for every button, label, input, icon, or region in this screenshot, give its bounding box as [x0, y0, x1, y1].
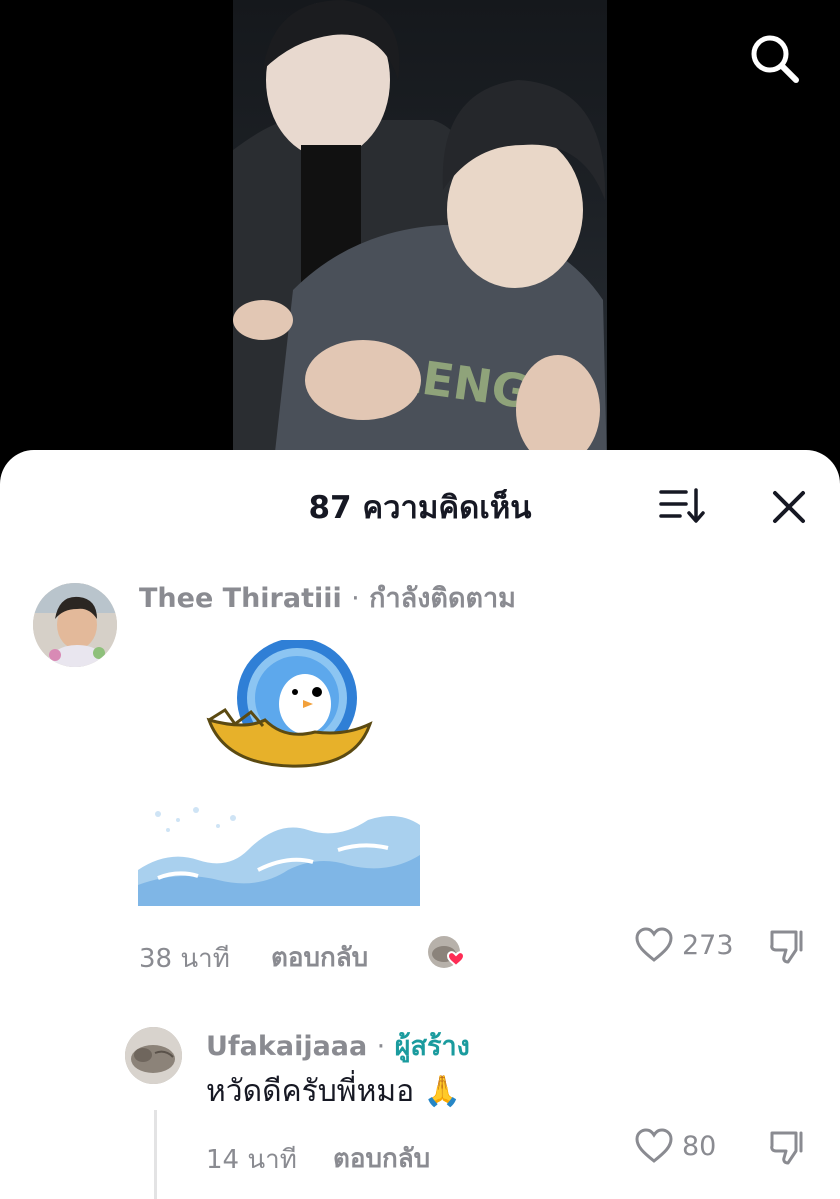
video-player[interactable]: LENGH [0, 0, 840, 470]
search-button[interactable] [748, 32, 802, 86]
dislike-button[interactable] [768, 926, 808, 966]
user-avatar-image [125, 1027, 182, 1084]
comments-count-title: 87 ความคิดเห็น [308, 490, 532, 526]
separator-dot: · [376, 1031, 386, 1062]
reply-button[interactable]: ตอบกลับ [333, 1138, 430, 1179]
dislike-button[interactable] [768, 1127, 808, 1167]
thumbs-down-icon [770, 1131, 803, 1165]
like-button[interactable]: 80 [634, 1127, 716, 1165]
user-avatar-image [33, 583, 117, 667]
following-label: กำลังติดตาม [369, 583, 516, 614]
like-count: 80 [682, 1130, 717, 1162]
sort-icon [659, 488, 705, 523]
comment-text: หวัดดีครับพี่หมอ 🙏 [206, 1074, 462, 1109]
liked-by-creator-badge [426, 934, 470, 974]
thumbs-down-icon [770, 930, 803, 964]
search-icon [751, 35, 799, 83]
like-count: 273 [682, 929, 734, 961]
avatar[interactable] [125, 1027, 182, 1084]
comment-username-line: Thee Thiratiii · กำลังติดตาม [139, 576, 516, 619]
comment-username[interactable]: Thee Thiratiii [139, 583, 342, 614]
video-frame: LENGH [233, 0, 607, 470]
comment-timestamp: 14 นาที [206, 1145, 297, 1175]
comment-username-line: Ufakaijaaa · ผู้สร้าง [206, 1024, 470, 1067]
reply-button[interactable]: ตอบกลับ [271, 937, 368, 978]
comment-username[interactable]: Ufakaijaaa [206, 1031, 367, 1062]
thread-line [154, 1110, 157, 1199]
heart-icon [635, 1128, 673, 1163]
close-button[interactable] [768, 486, 810, 528]
sort-button[interactable] [658, 486, 706, 526]
like-button[interactable]: 273 [634, 926, 734, 964]
heart-icon [635, 927, 673, 962]
comments-sheet: 87 ความคิดเห็น Thee Thiratiii · กำลังติด… [0, 450, 840, 1199]
separator-dot: · [351, 583, 360, 614]
avatar[interactable] [33, 583, 117, 667]
wave-image[interactable] [138, 800, 420, 906]
creator-badge: ผู้สร้าง [394, 1031, 470, 1062]
comment-timestamp: 38 นาที [139, 944, 230, 974]
penguin-coin-sticker [205, 638, 375, 770]
video-still: LENGH [233, 0, 607, 470]
close-icon [773, 491, 805, 523]
